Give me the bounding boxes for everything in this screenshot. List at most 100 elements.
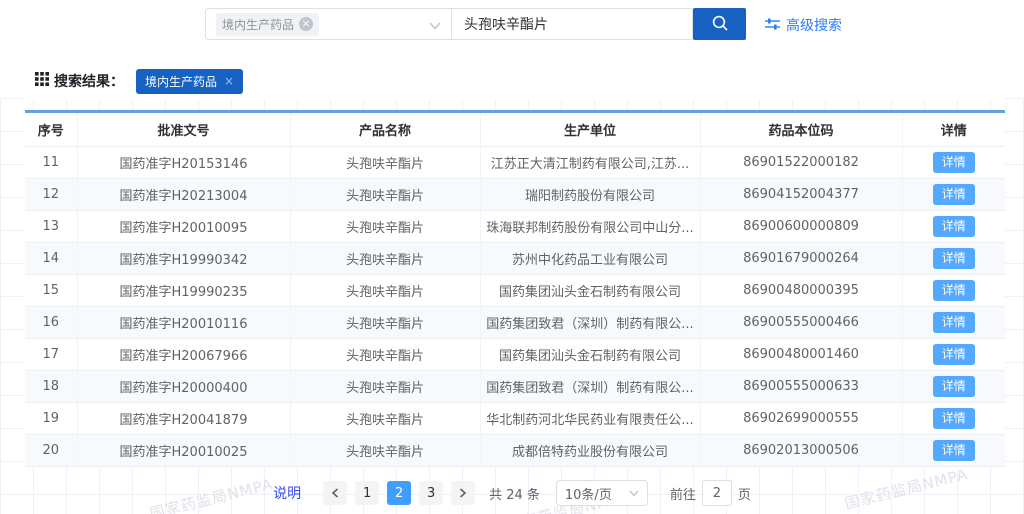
detail-button[interactable]: 详情 — [933, 248, 975, 269]
page-button-2-active[interactable]: 2 — [387, 481, 411, 505]
next-page-button[interactable] — [451, 481, 475, 505]
cell-no: 17 — [25, 339, 77, 371]
cell-code: 86904152004377 — [700, 179, 902, 211]
detail-button[interactable]: 详情 — [933, 312, 975, 333]
goto-page: 前往 页 — [670, 480, 751, 506]
cell-product: 头孢呋辛酯片 — [290, 307, 480, 339]
detail-button[interactable]: 详情 — [933, 216, 975, 237]
table-row: 15 国药准字H19990235 头孢呋辛酯片 国药集团汕头金石制药有限公司 8… — [25, 275, 1005, 307]
grid-icon — [35, 72, 49, 90]
page-button-3[interactable]: 3 — [419, 481, 443, 505]
cell-detail: 详情 — [902, 307, 1005, 339]
total-count: 共 24 条 — [489, 484, 540, 503]
table-row: 16 国药准字H20010116 头孢呋辛酯片 国药集团致君（深圳）制药有限公.… — [25, 307, 1005, 339]
detail-button[interactable]: 详情 — [933, 280, 975, 301]
category-tag-label: 境内生产药品 — [222, 16, 294, 33]
note-link[interactable]: 说明 — [273, 483, 301, 503]
cell-no: 16 — [25, 307, 77, 339]
cell-approval: 国药准字H20000400 — [77, 371, 290, 403]
col-header-manufacturer: 生产单位 — [480, 112, 700, 147]
filter-sliders-icon — [765, 17, 780, 34]
cell-manufacturer: 珠海联邦制药股份有限公司中山分... — [480, 211, 700, 243]
filter-tag-label: 境内生产药品 — [145, 73, 217, 90]
cell-manufacturer: 国药集团汕头金石制药有限公司 — [480, 275, 700, 307]
col-header-code: 药品本位码 — [700, 112, 902, 147]
cell-product: 头孢呋辛酯片 — [290, 371, 480, 403]
cell-code: 86900600000809 — [700, 211, 902, 243]
search-button[interactable] — [693, 8, 746, 40]
cell-approval: 国药准字H20153146 — [77, 147, 290, 179]
cell-approval: 国药准字H20010025 — [77, 435, 290, 467]
search-icon — [711, 14, 729, 35]
table-row: 19 国药准字H20041879 头孢呋辛酯片 华北制药河北华民药业有限责任公.… — [25, 403, 1005, 435]
cell-code: 86901679000264 — [700, 243, 902, 275]
table-row: 17 国药准字H20067966 头孢呋辛酯片 国药集团汕头金石制药有限公司 8… — [25, 339, 1005, 371]
page-button-1[interactable]: 1 — [355, 481, 379, 505]
cell-product: 头孢呋辛酯片 — [290, 403, 480, 435]
cell-no: 12 — [25, 179, 77, 211]
search-bar: 境内生产药品 × 高级搜索 — [0, 0, 1024, 60]
prev-page-button[interactable] — [323, 481, 347, 505]
cell-manufacturer: 国药集团致君（深圳）制药有限公... — [480, 371, 700, 403]
tag-close-icon[interactable]: × — [299, 17, 313, 31]
detail-button[interactable]: 详情 — [933, 408, 975, 429]
table-row: 11 国药准字H20153146 头孢呋辛酯片 江苏正大清江制药有限公司,江苏.… — [25, 147, 1005, 179]
page-size-select[interactable]: 10条/页 — [556, 480, 648, 506]
category-select[interactable]: 境内生产药品 × — [205, 8, 452, 40]
table-header-row: 序号 批准文号 产品名称 生产单位 药品本位码 详情 — [25, 112, 1005, 147]
search-input[interactable] — [452, 8, 693, 40]
cell-code: 86901522000182 — [700, 147, 902, 179]
cell-no: 14 — [25, 243, 77, 275]
table-row: 14 国药准字H19990342 头孢呋辛酯片 苏州中化药品工业有限公司 869… — [25, 243, 1005, 275]
drug-search-page: 国家药监局NMPA 国家药监局NMPA 国家药监局NMPA 境内生产药品 × 高… — [0, 0, 1024, 514]
advanced-search-link[interactable]: 高级搜索 — [765, 15, 842, 35]
advanced-search-label: 高级搜索 — [786, 15, 842, 35]
detail-button[interactable]: 详情 — [933, 440, 975, 461]
table-body: 11 国药准字H20153146 头孢呋辛酯片 江苏正大清江制药有限公司,江苏.… — [25, 147, 1005, 467]
cell-approval: 国药准字H20010095 — [77, 211, 290, 243]
cell-detail: 详情 — [902, 243, 1005, 275]
col-header-no: 序号 — [25, 112, 77, 147]
cell-no: 15 — [25, 275, 77, 307]
cell-product: 头孢呋辛酯片 — [290, 339, 480, 371]
table-row: 18 国药准字H20000400 头孢呋辛酯片 国药集团致君（深圳）制药有限公.… — [25, 371, 1005, 403]
cell-manufacturer: 瑞阳制药股份有限公司 — [480, 179, 700, 211]
goto-label: 前往 — [670, 484, 696, 503]
category-tag[interactable]: 境内生产药品 × — [216, 13, 319, 36]
cell-detail: 详情 — [902, 435, 1005, 467]
cell-code: 86900480000395 — [700, 275, 902, 307]
cell-manufacturer: 国药集团致君（深圳）制药有限公... — [480, 307, 700, 339]
cell-detail: 详情 — [902, 403, 1005, 435]
col-header-detail: 详情 — [902, 112, 1005, 147]
table-row: 12 国药准字H20213004 头孢呋辛酯片 瑞阳制药股份有限公司 86904… — [25, 179, 1005, 211]
cell-product: 头孢呋辛酯片 — [290, 243, 480, 275]
cell-code: 86900480001460 — [700, 339, 902, 371]
cell-code: 86900555000466 — [700, 307, 902, 339]
cell-manufacturer: 江苏正大清江制药有限公司,江苏... — [480, 147, 700, 179]
cell-detail: 详情 — [902, 371, 1005, 403]
chevron-down-icon — [629, 486, 639, 501]
filter-tag-close-icon[interactable]: × — [224, 74, 234, 88]
cell-approval: 国药准字H19990235 — [77, 275, 290, 307]
cell-product: 头孢呋辛酯片 — [290, 179, 480, 211]
goto-page-input[interactable] — [702, 480, 732, 506]
cell-detail: 详情 — [902, 211, 1005, 243]
results-bar: 搜索结果： 境内生产药品 × — [25, 62, 1005, 100]
col-header-product: 产品名称 — [290, 112, 480, 147]
cell-approval: 国药准字H20213004 — [77, 179, 290, 211]
cell-no: 13 — [25, 211, 77, 243]
cell-no: 19 — [25, 403, 77, 435]
col-header-approval: 批准文号 — [77, 112, 290, 147]
cell-no: 11 — [25, 147, 77, 179]
cell-manufacturer: 华北制药河北华民药业有限责任公... — [480, 403, 700, 435]
cell-manufacturer: 苏州中化药品工业有限公司 — [480, 243, 700, 275]
cell-product: 头孢呋辛酯片 — [290, 147, 480, 179]
detail-button[interactable]: 详情 — [933, 376, 975, 397]
detail-button[interactable]: 详情 — [933, 152, 975, 173]
cell-manufacturer: 成都倍特药业股份有限公司 — [480, 435, 700, 467]
filter-tag[interactable]: 境内生产药品 × — [136, 69, 243, 94]
detail-button[interactable]: 详情 — [933, 184, 975, 205]
cell-approval: 国药准字H19990342 — [77, 243, 290, 275]
cell-detail: 详情 — [902, 147, 1005, 179]
detail-button[interactable]: 详情 — [933, 344, 975, 365]
